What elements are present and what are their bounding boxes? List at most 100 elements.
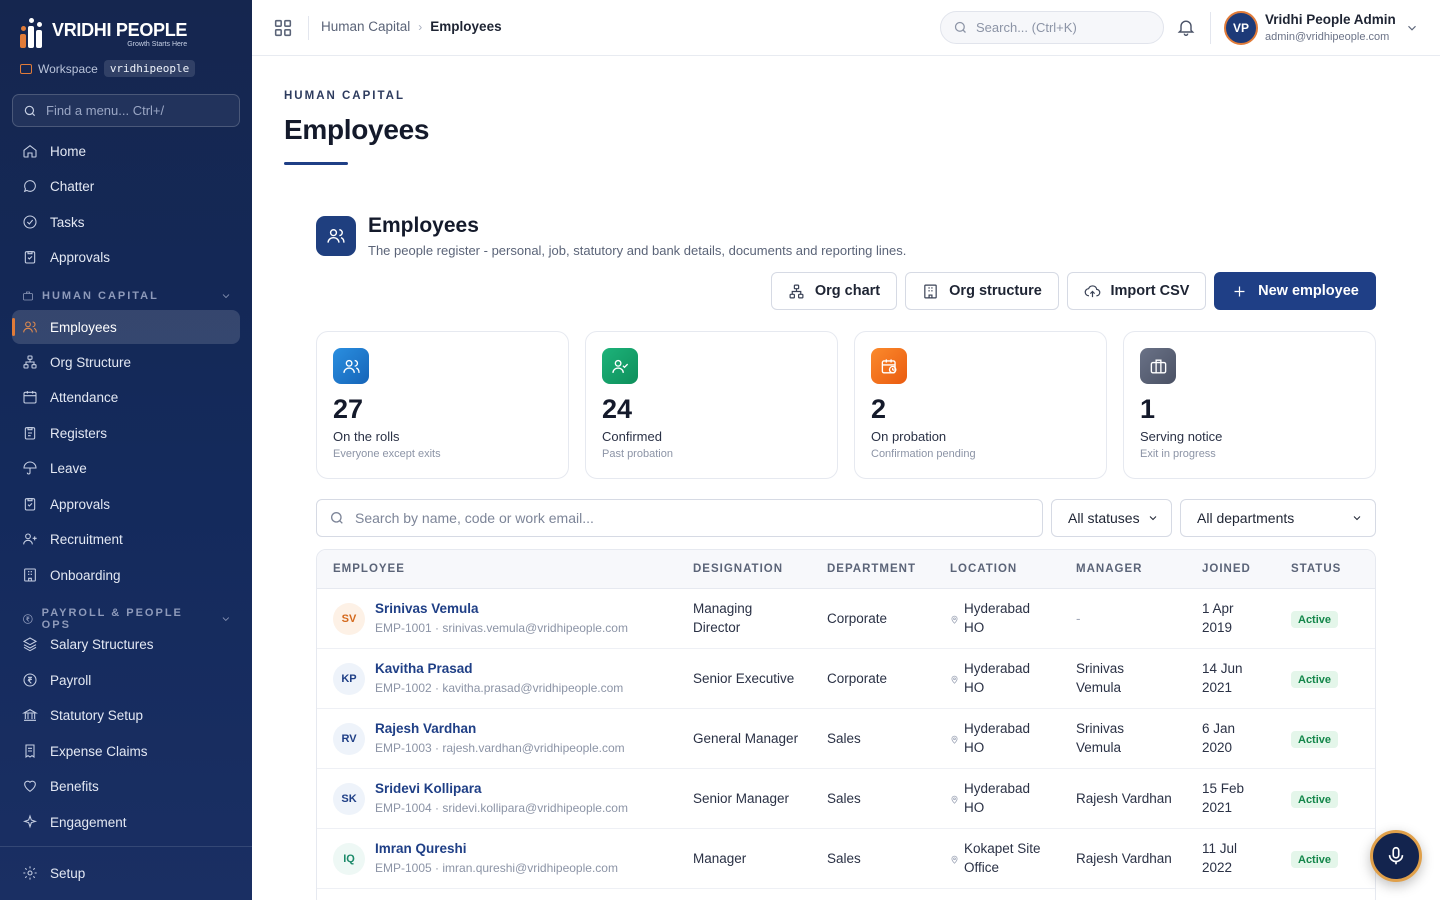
stat-card-confirmed[interactable]: 24 Confirmed Past probation [585, 331, 838, 479]
org-chart-button[interactable]: Org chart [771, 272, 897, 310]
employee-avatar: IQ [333, 843, 365, 875]
brand-tagline: Growth Starts Here [127, 40, 188, 48]
map-pin-icon [951, 855, 958, 864]
column-header-manager[interactable]: MANAGER [1076, 563, 1142, 575]
sidebar-item-label: Onboarding [50, 567, 121, 583]
sidebar-item-expense-claims[interactable]: Expense Claims [12, 734, 240, 768]
sidebar-item-label: Engagement [50, 814, 127, 830]
employee-name-link[interactable]: Srinivas Vemula [375, 601, 479, 616]
sidebar-item-approvals[interactable]: Approvals [12, 240, 240, 274]
chevron-down-icon[interactable] [1405, 21, 1419, 35]
cell-location: Kokapet Site Office [964, 839, 1041, 877]
button-label: Import CSV [1110, 283, 1190, 299]
column-header-department[interactable]: DEPARTMENT [827, 563, 916, 575]
brand-logo[interactable]: VRIDHI PEOPLE Growth Starts Here [20, 18, 188, 48]
cell-line: Hyderabad [964, 601, 1031, 616]
sidebar-item-label: Home [50, 143, 87, 159]
sidebar-item-label: Payroll [50, 672, 92, 688]
cell-line: General Manager [693, 731, 799, 746]
table-row[interactable]: IQ Imran Qureshi EMP-1005 · imran.qureshi@… [317, 829, 1375, 889]
sidebar-item-registers[interactable]: Registers [12, 416, 240, 450]
users-icon [23, 321, 37, 333]
employee-name-link[interactable]: Rajesh Vardhan [375, 721, 476, 736]
bank-icon [22, 709, 38, 721]
cell-manager: Rajesh Vardhan [1076, 849, 1172, 868]
map-pin-icon [951, 675, 958, 684]
employee-name-link[interactable]: Imran Qureshi [375, 841, 467, 856]
stat-card-on-rolls[interactable]: 27 On the rolls Everyone except exits [316, 331, 569, 479]
stat-card-notice[interactable]: 1 Serving notice Exit in progress [1123, 331, 1376, 479]
employee-avatar: SK [333, 783, 365, 815]
import-csv-button[interactable]: Import CSV [1067, 272, 1206, 310]
employee-name-link[interactable]: Kavitha Prasad [375, 661, 473, 676]
column-header-joined[interactable]: JOINED [1202, 563, 1251, 575]
cell-manager: Rajesh Vardhan [1076, 789, 1172, 808]
user-name[interactable]: Vridhi People Admin [1265, 12, 1396, 27]
column-header-location[interactable]: LOCATION [950, 563, 1017, 575]
table-row[interactable]: SK Sridevi Kollipara EMP-1004 · sridevi.ko… [317, 769, 1375, 829]
table-row[interactable]: SV Srinivas Vemula EMP-1001 · srinivas.vem… [317, 589, 1375, 649]
org-structure-button[interactable]: Org structure [905, 272, 1059, 310]
map-pin-icon [951, 795, 958, 804]
avatar[interactable]: VP [1224, 11, 1258, 45]
title-underline [284, 162, 348, 165]
global-search-input[interactable]: Search... (Ctrl+K) [940, 11, 1164, 44]
column-header-designation[interactable]: DESIGNATION [693, 563, 783, 575]
cell-department: Corporate [827, 671, 888, 686]
sidebar-item-setup[interactable]: Setup [12, 856, 240, 890]
calendar-clock-icon [871, 348, 907, 384]
status-badge: Active [1291, 791, 1339, 808]
sidebar-item-label: Attendance [50, 389, 119, 405]
sidebar-item-org-structure[interactable]: Org Structure [12, 345, 240, 379]
sidebar-item-hc-approvals[interactable]: Approvals [12, 487, 240, 521]
sidebar-item-attendance[interactable]: Attendance [12, 380, 240, 414]
sidebar-item-recruitment[interactable]: Recruitment [12, 522, 240, 556]
top-bar: Human Capital › Employees Search... (Ctr… [252, 0, 1440, 56]
section-human-capital[interactable]: HUMAN CAPITAL [22, 290, 232, 302]
divider [1210, 12, 1211, 44]
sidebar-item-employees[interactable]: Employees [12, 310, 240, 344]
cell-line: Director [693, 620, 741, 635]
employee-name-link[interactable]: Sridevi Kollipara [375, 781, 482, 796]
cell-line: HO [964, 620, 985, 635]
brand-name: VRIDHI PEOPLE [52, 19, 188, 40]
sidebar-item-label: Registers [50, 425, 108, 441]
column-header-employee[interactable]: EMPLOYEE [333, 563, 405, 575]
employee-code-email: EMP-1003 · rajesh.vardhan@vridhipeople.c… [375, 741, 625, 755]
employee-code-email: EMP-1002 · kavitha.prasad@vridhipeople.c… [375, 681, 624, 695]
column-header-status[interactable]: STATUS [1291, 563, 1341, 575]
sidebar-item-tasks[interactable]: Tasks [12, 205, 240, 239]
department-filter-select[interactable]: All departments [1180, 499, 1376, 537]
chevron-down-icon [222, 617, 230, 622]
building-icon [24, 568, 36, 582]
sidebar-item-payroll[interactable]: Payroll [12, 663, 240, 697]
cell-line: - [1076, 611, 1081, 626]
sidebar-item-chatter[interactable]: Chatter [12, 169, 240, 203]
app-grid-icon[interactable] [272, 17, 294, 39]
table-row[interactable]: KP Kavitha Prasad EMP-1002 · kavitha.prasa… [317, 649, 1375, 709]
sidebar-item-leave[interactable]: Leave [12, 451, 240, 485]
table-row[interactable]: RV Rajesh Vardhan EMP-1003 · rajesh.vardha… [317, 709, 1375, 769]
chat-icon [23, 180, 36, 193]
status-filter-select[interactable]: All statuses [1051, 499, 1172, 537]
rupee-circle-icon [23, 614, 33, 624]
stat-hint: Everyone except exits [333, 448, 441, 460]
sidebar-item-statutory-setup[interactable]: Statutory Setup [12, 698, 240, 732]
sidebar-item-salary-structures[interactable]: Salary Structures [12, 627, 240, 661]
employee-avatar: RV [333, 723, 365, 755]
bell-icon[interactable] [1176, 17, 1196, 37]
sidebar-item-home[interactable]: Home [12, 134, 240, 168]
menu-search-input[interactable]: Find a menu... Ctrl+/ [12, 94, 240, 127]
stat-card-probation[interactable]: 2 On probation Confirmation pending [854, 331, 1107, 479]
cell-line: Manager [693, 851, 747, 866]
sidebar-item-onboarding[interactable]: Onboarding [12, 558, 240, 592]
breadcrumb-parent[interactable]: Human Capital [321, 19, 410, 34]
sidebar-item-engagement[interactable]: Engagement [12, 805, 240, 839]
cell-joined: 14 Jun 2021 [1202, 659, 1243, 697]
employee-search-input[interactable]: Search by name, code or work email... [316, 499, 1043, 537]
voice-assistant-button[interactable] [1370, 830, 1422, 882]
sidebar-item-benefits[interactable]: Benefits [12, 769, 240, 803]
status-badge: Active [1291, 851, 1339, 868]
home-icon [23, 144, 37, 158]
new-employee-button[interactable]: New employee [1214, 272, 1376, 310]
